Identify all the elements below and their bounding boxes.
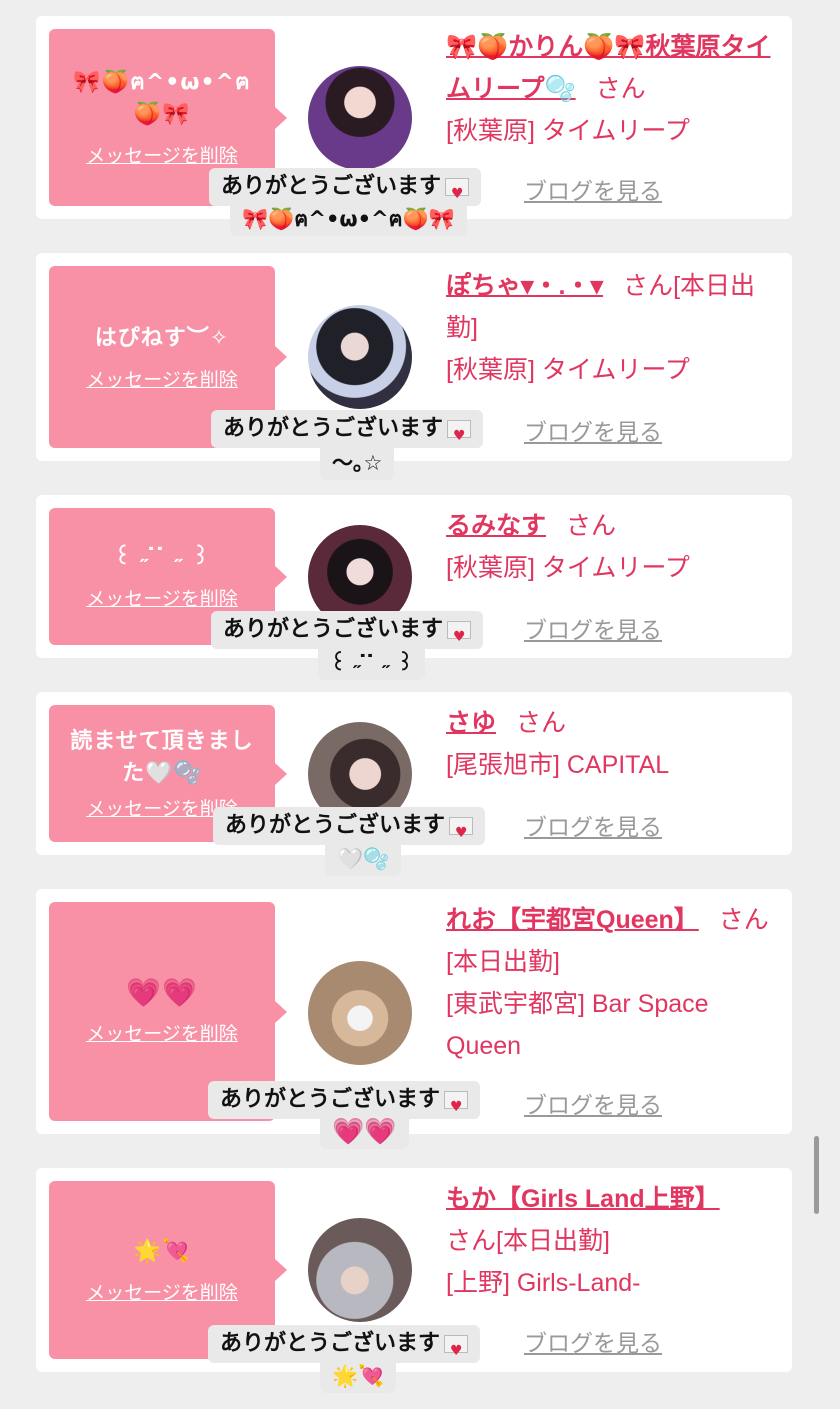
reply-text: 〜｡☆ (320, 446, 395, 480)
cast-name-link[interactable]: れお【宇都宮Queen】 (446, 906, 699, 934)
cast-name-link[interactable]: るみなす (446, 512, 546, 540)
honorific: さん (516, 709, 567, 737)
message-text: ꒰ ˶ ̇ ̇ ˶ ꒱ (113, 545, 211, 570)
delete-message-link[interactable]: メッセージを削除 (86, 1019, 238, 1046)
thanks-text: ありがとうございます (223, 416, 444, 441)
thanks-text: ありがとうございます (220, 1331, 441, 1356)
delete-message-link[interactable]: メッセージを削除 (86, 141, 238, 168)
thanks-text: ありがとうございます (221, 174, 442, 199)
view-blog-link[interactable]: ブログを見る (524, 172, 662, 206)
reply-text: 🌟💘 (320, 1359, 397, 1393)
cast-info: るみなす さん [秋葉原] タイムリープ (446, 505, 776, 589)
cast-info: さゆ さん [尾張旭市] CAPITAL (446, 702, 776, 786)
thanks-reply: ありがとうございます (211, 611, 484, 656)
thanks-reply: ありがとうございます (208, 1325, 481, 1370)
heart-envelope-icon (444, 1088, 469, 1126)
shop-name: [秋葉原] タイムリープ (446, 554, 690, 582)
message-text: 🌟💘 (133, 1238, 191, 1264)
heart-envelope-icon (449, 814, 474, 852)
shop-name: [上野] Girls-Land- (446, 1269, 641, 1297)
heart-envelope-icon (447, 417, 472, 455)
avatar[interactable] (308, 1218, 412, 1322)
view-blog-link[interactable]: ブログを見る (524, 1086, 662, 1120)
thanks-text: ありがとうございます (223, 617, 444, 642)
heart-envelope-icon (447, 618, 472, 656)
shop-name: [秋葉原] タイムリープ (446, 117, 690, 145)
view-blog-link[interactable]: ブログを見る (524, 413, 662, 447)
cast-name-link[interactable]: ぽちゃ▾・.・▾ (446, 272, 603, 300)
delete-message-link[interactable]: メッセージを削除 (86, 584, 238, 611)
reply-text: 🎀🍑ฅ^•ω•^ฅ🍑🎀 (230, 202, 467, 236)
shop-name: [東武宇都宮] Bar Space Queen (446, 990, 709, 1060)
message-text: はぴねす︶✧︎ (94, 325, 230, 351)
avatar[interactable] (308, 305, 412, 409)
heart-envelope-icon (445, 175, 470, 213)
honorific: さん (718, 906, 769, 934)
cast-info: もか【Girls Land上野】 さん[本日出勤] [上野] Girls-Lan… (446, 1178, 771, 1304)
cast-info: ぽちゃ▾・.・▾ さん[本日出勤] [秋葉原] タイムリープ (446, 265, 776, 391)
delete-message-link[interactable]: メッセージを削除 (86, 365, 238, 392)
honorific: さん (623, 272, 674, 300)
avatar[interactable] (308, 961, 412, 1065)
scrollbar[interactable] (814, 1136, 819, 1214)
thanks-reply: ありがとうございます (211, 410, 484, 455)
avatar[interactable] (308, 66, 412, 170)
thanks-reply: ありがとうございます (209, 168, 482, 213)
cast-name-link[interactable]: もか【Girls Land上野】 (446, 1185, 720, 1213)
shop-name: [秋葉原] タイムリープ (446, 356, 690, 384)
attendance-status: [本日出勤] (446, 948, 560, 976)
thanks-text: ありがとうございます (225, 813, 446, 838)
reply-text: ꒰ ˶ ̇ ̇ ˶ ꒱ (318, 646, 426, 680)
cast-info: 🎀🍑かりん🍑🎀秋葉原タイムリープ🫧 さん [秋葉原] タイムリープ (446, 26, 776, 152)
reply-text: 💗💗 (320, 1115, 409, 1149)
view-blog-link[interactable]: ブログを見る (524, 1324, 662, 1358)
message-text: 🎀🍑ฅ^•ω•^ฅ🍑🎀 (73, 70, 251, 127)
view-blog-link[interactable]: ブログを見る (524, 808, 662, 842)
thanks-reply: ありがとうございます (213, 807, 486, 852)
heart-envelope-icon (444, 1332, 469, 1370)
reply-text: 🤍🫧 (325, 842, 402, 876)
view-blog-link[interactable]: ブログを見る (524, 611, 662, 645)
cast-info: れお【宇都宮Queen】 さん [本日出勤] [東武宇都宮] Bar Space Q… (446, 899, 771, 1067)
attendance-status: [本日出勤] (496, 1227, 610, 1255)
delete-message-link[interactable]: メッセージを削除 (86, 1278, 238, 1305)
message-text: 💗💗 (126, 976, 198, 1009)
honorific: さん (446, 1227, 497, 1255)
honorific: さん (595, 75, 646, 103)
thanks-reply: ありがとうございます (208, 1081, 481, 1126)
thanks-text: ありがとうございます (220, 1087, 441, 1112)
shop-name: [尾張旭市] CAPITAL (446, 751, 670, 779)
honorific: さん (566, 512, 617, 540)
message-text: 読ませて頂きました🤍🫧 (70, 729, 254, 786)
cast-name-link[interactable]: さゆ (446, 709, 496, 737)
